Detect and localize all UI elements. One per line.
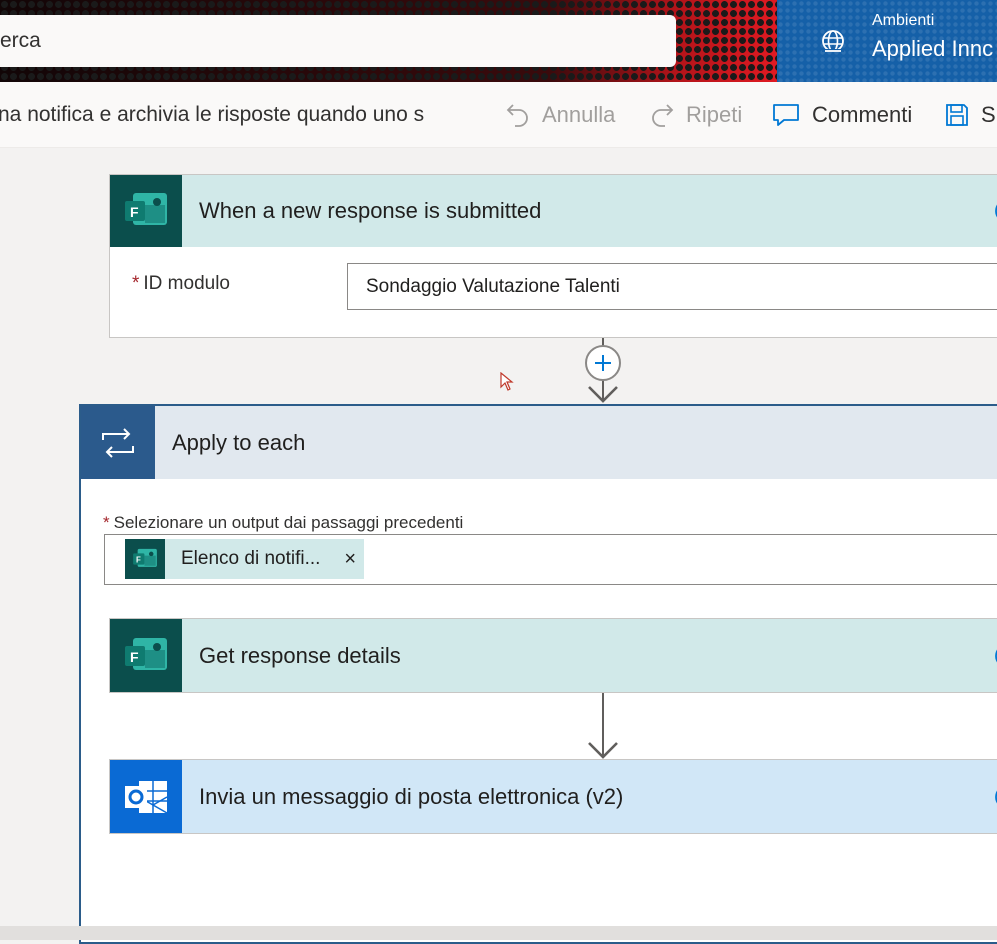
- apply-to-each-header[interactable]: Apply to each: [81, 406, 997, 479]
- top-banner: erca Ambienti Applied Innc: [0, 0, 997, 82]
- required-mark: *: [103, 513, 110, 532]
- get-response-header[interactable]: F Get response details ?: [110, 619, 997, 692]
- connector-arrow: [588, 381, 618, 403]
- flow-title[interactable]: na notifica e archivia le risposte quand…: [0, 82, 463, 148]
- save-button[interactable]: S: [945, 82, 996, 148]
- plus-icon: [595, 355, 611, 371]
- loop-icon: [81, 406, 155, 479]
- comments-label: Commenti: [812, 102, 913, 127]
- save-label: S: [981, 102, 996, 127]
- trigger-title: When a new response is submitted: [199, 198, 542, 223]
- output-label-text: Selezionare un output dai passaggi prece…: [113, 513, 464, 532]
- connector-arrow: [588, 693, 618, 759]
- send-email-card[interactable]: Invia un messaggio di posta elettronica …: [109, 759, 997, 834]
- forms-icon: F: [125, 539, 165, 579]
- environment-label: Ambienti: [872, 12, 935, 29]
- output-label: * Selezionare un output dai passaggi prec…: [103, 513, 463, 533]
- redo-label: Ripeti: [686, 102, 743, 127]
- undo-button[interactable]: Annulla: [506, 82, 615, 148]
- search-input[interactable]: erca: [0, 15, 676, 67]
- outlook-icon: [110, 760, 182, 833]
- get-response-title: Get response details: [199, 642, 401, 668]
- svg-text:F: F: [130, 204, 139, 220]
- forms-icon: F: [110, 619, 182, 692]
- trigger-card[interactable]: F When a new response is submitted ? *ID…: [109, 174, 997, 338]
- trigger-header[interactable]: F When a new response is submitted ?: [110, 175, 997, 247]
- mouse-cursor-icon: [500, 372, 514, 391]
- form-id-label: * ID modulo: [132, 273, 230, 295]
- comment-icon: [773, 104, 799, 126]
- output-field[interactable]: F Elenco di notifi... ×: [104, 534, 997, 585]
- undo-label: Annulla: [542, 102, 616, 127]
- svg-text:F: F: [130, 649, 139, 665]
- command-bar: na notifica e archivia le risposte quand…: [0, 82, 997, 148]
- comments-button[interactable]: Commenti: [772, 82, 912, 148]
- redo-icon: [652, 104, 674, 127]
- form-id-label-text: ID modulo: [143, 273, 231, 294]
- forms-icon: F: [110, 175, 182, 247]
- token-label: Elenco di notifi...: [181, 548, 321, 569]
- globe-icon: [822, 30, 844, 52]
- get-response-card[interactable]: F Get response details ?: [109, 618, 997, 693]
- required-mark: *: [132, 273, 140, 294]
- redo-button[interactable]: Ripeti: [650, 82, 742, 148]
- save-icon: [946, 104, 968, 126]
- apply-to-each-card[interactable]: Apply to each * Selezionare un output dai…: [79, 404, 997, 944]
- form-id-value: Sondaggio Valutazione Talenti: [366, 276, 620, 297]
- undo-icon: [506, 104, 528, 127]
- apply-to-each-title: Apply to each: [172, 429, 306, 455]
- environment-picker[interactable]: Ambienti Applied Innc: [777, 0, 997, 82]
- close-icon[interactable]: ×: [344, 548, 356, 571]
- send-email-header[interactable]: Invia un messaggio di posta elettronica …: [110, 760, 997, 833]
- environment-name: Applied Innc: [872, 36, 994, 61]
- svg-text:F: F: [136, 555, 141, 564]
- add-step-button[interactable]: [585, 345, 621, 381]
- send-email-title: Invia un messaggio di posta elettronica …: [199, 783, 624, 809]
- taskbar-strip: [0, 926, 997, 940]
- form-id-field[interactable]: Sondaggio Valutazione Talenti: [347, 263, 997, 310]
- dynamic-content-token[interactable]: F Elenco di notifi... ×: [125, 539, 364, 579]
